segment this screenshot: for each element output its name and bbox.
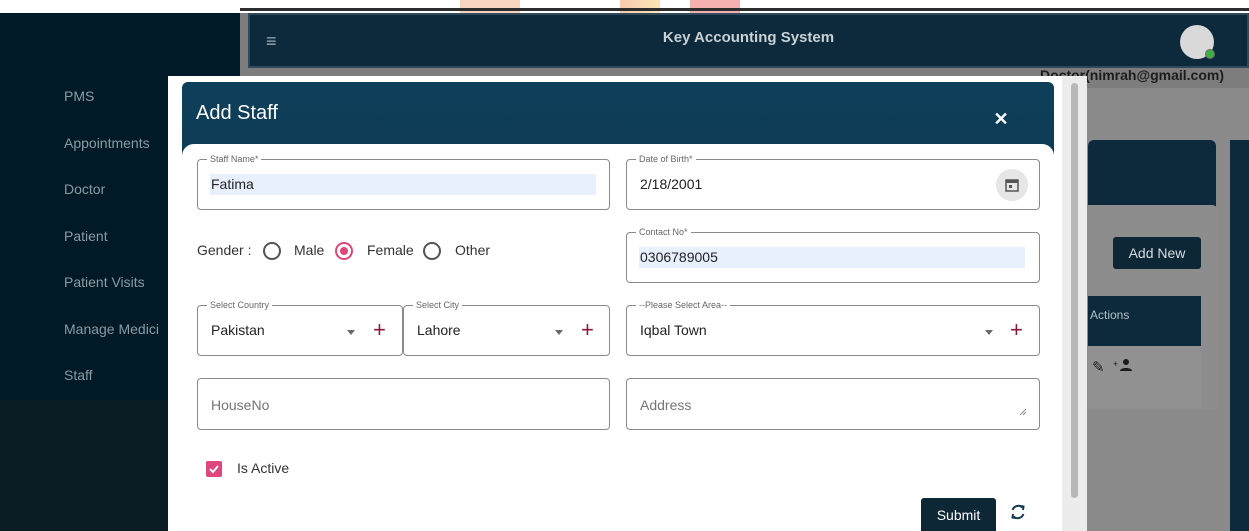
gender-other-radio[interactable] bbox=[423, 242, 441, 260]
sidebar-item-doctor[interactable]: Doctor bbox=[64, 181, 105, 197]
country-select[interactable]: Select Country Pakistan + bbox=[197, 299, 403, 356]
is-active-label[interactable]: Is Active bbox=[237, 460, 289, 476]
add-country-icon[interactable]: + bbox=[373, 319, 386, 341]
city-label: Select City bbox=[413, 299, 463, 311]
edit-icon[interactable]: ✎ bbox=[1092, 359, 1107, 376]
gender-male-label[interactable]: Male bbox=[294, 242, 324, 258]
area-label: --Please Select Area-- bbox=[636, 299, 731, 311]
add-person-icon[interactable]: + bbox=[1113, 359, 1133, 376]
is-active-checkbox[interactable] bbox=[206, 461, 222, 477]
watermark-graphic bbox=[690, 0, 740, 13]
calendar-button[interactable] bbox=[996, 169, 1028, 201]
actions-column-header: Actions bbox=[1088, 296, 1201, 346]
sidebar-item-patient[interactable]: Patient bbox=[64, 228, 108, 244]
contact-no-input[interactable]: 0306789005 bbox=[640, 249, 718, 265]
gender-other-label[interactable]: Other bbox=[455, 242, 490, 258]
sidebar-item-pms[interactable]: PMS bbox=[64, 88, 94, 104]
date-of-birth-label: Date of Birth* bbox=[636, 153, 696, 165]
city-value: Lahore bbox=[417, 322, 461, 338]
staff-name-field[interactable]: Staff Name* Fatima bbox=[197, 153, 610, 210]
add-city-icon[interactable]: + bbox=[581, 319, 594, 341]
add-area-icon[interactable]: + bbox=[1010, 319, 1023, 341]
table-row bbox=[1088, 346, 1201, 408]
app-title: Key Accounting System bbox=[662, 29, 835, 46]
gender-label: Gender : bbox=[197, 242, 252, 258]
online-status-icon bbox=[1205, 49, 1215, 59]
sidebar-item-manage-medicine[interactable]: Manage Medici bbox=[64, 321, 159, 337]
date-of-birth-input[interactable]: 2/18/2001 bbox=[640, 176, 702, 192]
date-of-birth-field[interactable]: Date of Birth* 2/18/2001 bbox=[626, 153, 1040, 210]
close-icon[interactable]: ✕ bbox=[988, 106, 1014, 132]
country-label: Select Country bbox=[207, 299, 273, 311]
scrollbar-thumb[interactable] bbox=[1071, 83, 1078, 498]
submit-button[interactable]: Submit bbox=[921, 498, 996, 531]
watermark-graphic bbox=[620, 0, 660, 13]
house-no-placeholder: HouseNo bbox=[211, 397, 270, 413]
area-value: Iqbal Town bbox=[640, 322, 707, 338]
dialog-title: Add Staff bbox=[196, 102, 278, 124]
area-select[interactable]: --Please Select Area-- Iqbal Town + bbox=[626, 299, 1040, 356]
watermark-graphic bbox=[460, 0, 520, 13]
gender-female-label[interactable]: Female bbox=[367, 242, 414, 258]
chevron-down-icon[interactable] bbox=[347, 330, 355, 335]
chevron-down-icon[interactable] bbox=[985, 330, 993, 335]
row-actions: ✎ + bbox=[1092, 358, 1133, 376]
contact-no-field[interactable]: Contact No* 0306789005 bbox=[626, 226, 1040, 283]
card-header bbox=[1088, 140, 1216, 210]
staff-name-input[interactable]: Fatima bbox=[211, 176, 254, 192]
top-divider bbox=[240, 8, 1249, 11]
sidebar-item-appointments[interactable]: Appointments bbox=[64, 135, 150, 151]
city-select[interactable]: Select City Lahore + bbox=[403, 299, 610, 356]
chevron-down-icon[interactable] bbox=[555, 330, 563, 335]
autofill-highlight bbox=[210, 174, 596, 195]
add-new-button[interactable]: Add New bbox=[1113, 237, 1201, 269]
refresh-icon[interactable] bbox=[1009, 503, 1027, 521]
gender-female-radio[interactable] bbox=[335, 242, 353, 260]
resize-handle-icon[interactable] bbox=[1019, 408, 1027, 416]
calendar-icon bbox=[1005, 179, 1019, 192]
staff-name-label: Staff Name* bbox=[207, 153, 262, 165]
top-bar: ≡ Key Accounting System bbox=[248, 13, 1249, 68]
check-icon bbox=[209, 465, 219, 474]
address-placeholder: Address bbox=[640, 397, 692, 413]
sidebar-item-patient-visits[interactable]: Patient Visits bbox=[64, 274, 145, 290]
right-panel-edge bbox=[1230, 140, 1249, 531]
address-field[interactable]: Address bbox=[626, 378, 1040, 430]
sidebar-item-staff[interactable]: Staff bbox=[64, 367, 93, 383]
gender-male-radio[interactable] bbox=[263, 242, 281, 260]
house-no-field[interactable]: HouseNo bbox=[197, 378, 610, 430]
contact-no-label: Contact No* bbox=[636, 226, 691, 238]
svg-text:+: + bbox=[1113, 359, 1120, 369]
country-value: Pakistan bbox=[211, 322, 265, 338]
top-strip bbox=[0, 0, 1249, 13]
